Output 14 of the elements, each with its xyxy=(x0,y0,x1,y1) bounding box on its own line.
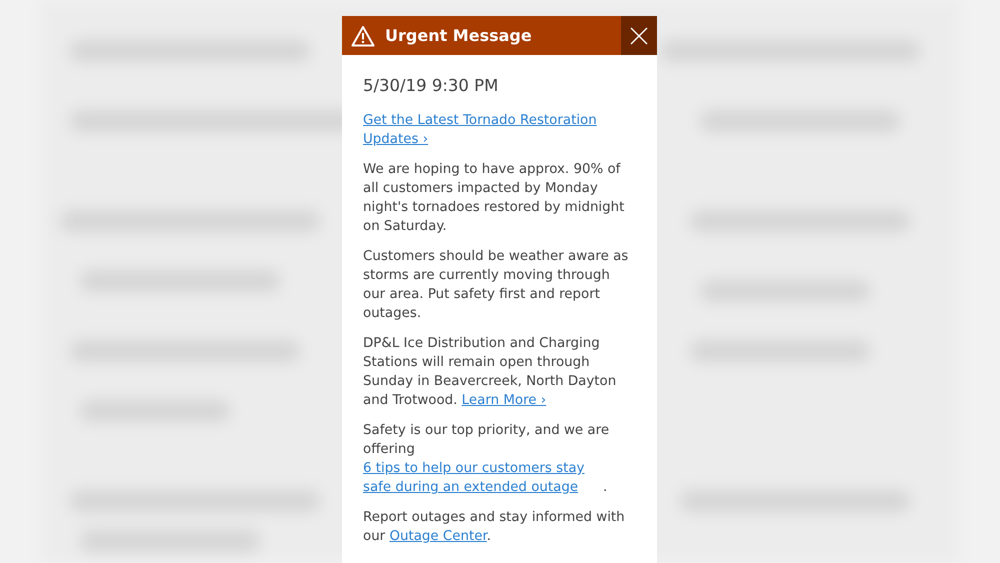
close-icon xyxy=(630,26,648,44)
message-paragraph: Report outages and stay informed with our Outage Center. xyxy=(363,509,626,546)
message-paragraph: We are hoping to have approx. 90% of all customers impacted by Monday night's tornadoes restored by midnight on Saturday. xyxy=(363,161,626,236)
message-link[interactable]: Learn More › xyxy=(462,393,546,408)
warning-icon xyxy=(351,24,375,46)
message-paragraph: DP&L Ice Distribution and Charging Stations will remain open through Sunday in Beavercreek, North Dayton and Trotwood. Learn More › xyxy=(363,335,618,410)
message-paragraph: Customers should be weather aware as storms are currently moving through our area. Put safety first and report outages. xyxy=(363,248,630,323)
timestamp: 5/30/19 9:30 PM xyxy=(363,75,500,97)
message-link[interactable]: Outage Center xyxy=(389,529,487,544)
message-link[interactable]: 6 tips to help our customers stay safe during an extended outage xyxy=(363,459,603,497)
dialog-title: Urgent Message xyxy=(385,26,533,45)
message-paragraph: Safety is our top priority, and we are offering 6 tips to help our customers stay safe during an extended outage . xyxy=(363,422,610,497)
headline-link[interactable]: Get the Latest Tornado Restoration Updates › xyxy=(363,111,633,149)
close-button[interactable] xyxy=(621,16,657,55)
